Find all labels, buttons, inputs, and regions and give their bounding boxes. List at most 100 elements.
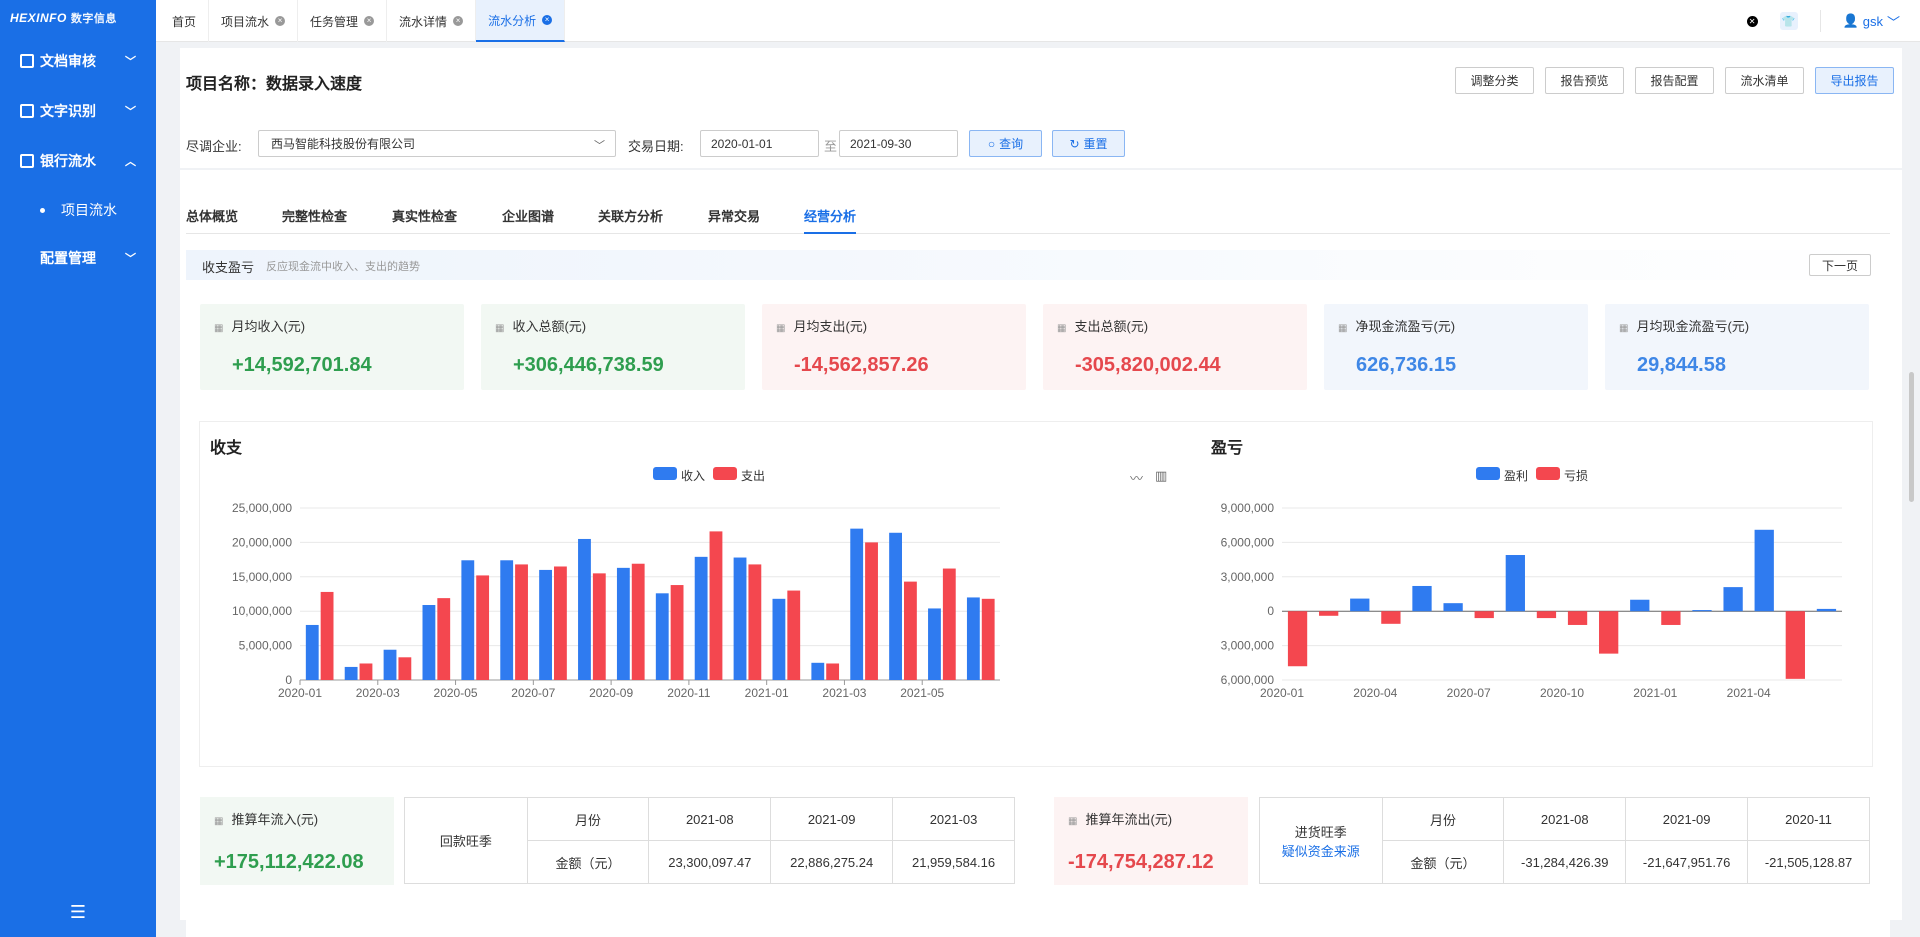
next-page-button[interactable]: 下一页 xyxy=(1809,254,1871,276)
y-tick-label: 20,000,000 xyxy=(232,535,292,549)
month-cell: 2021-08 xyxy=(648,797,772,841)
expense-bar xyxy=(670,585,684,680)
loss-bar xyxy=(1474,611,1494,619)
x-tick-label: 2020-07 xyxy=(511,686,555,700)
profit-loss-chart: 9,000,000 6,000,000 3,000,000 0 -3,000,000 -6… xyxy=(1220,501,1842,700)
income-bar xyxy=(966,597,980,680)
date-label: 交易日期: xyxy=(628,139,684,154)
close-icon[interactable]: × xyxy=(364,16,375,26)
scrollbar-thumb[interactable] xyxy=(1909,372,1914,502)
income-bar xyxy=(733,557,747,680)
loss-bar xyxy=(1661,611,1681,625)
kpi-value: +175,112,422.08 xyxy=(214,851,364,873)
sidebar-item-ocr[interactable]: 文字识别 ﹀ xyxy=(0,86,156,136)
bar-chart-icon[interactable]: ▥ xyxy=(1155,468,1167,484)
expense-bar xyxy=(709,531,723,680)
date-separator: 至 xyxy=(824,139,838,154)
kpi-value: -14,562,857.26 xyxy=(794,354,929,376)
report-config-button[interactable]: 报告配置 xyxy=(1635,67,1714,94)
close-all-icon[interactable]: ✕ xyxy=(1746,15,1758,27)
projected-outflow-card: ▦ 推算年流出(元) -174,754,287.12 xyxy=(1054,797,1248,885)
legend-swatch xyxy=(713,467,738,480)
amount-cell: 23,300,097.47 xyxy=(648,840,772,884)
report-preview-button[interactable]: 报告预览 xyxy=(1545,67,1624,94)
tab-overview[interactable]: 总体概览 xyxy=(186,206,238,234)
company-label: 尽调企业: xyxy=(186,139,242,154)
wallet-icon xyxy=(20,154,34,168)
sidebar: HEXINFO 数字信息 文档审核 ﹀ 文字识别 ﹀ 银行流水 ︿ 项目流水 配… xyxy=(0,0,156,937)
tab-operation-analysis[interactable]: 经营分析 xyxy=(804,206,857,234)
menu-collapse-icon[interactable]: ☰ xyxy=(0,887,156,937)
flow-list-button[interactable]: 流水清单 xyxy=(1725,67,1804,94)
profit-bar xyxy=(1723,587,1743,612)
sidebar-item-bank-flow[interactable]: 银行流水 ︿ xyxy=(0,136,156,186)
legend-item[interactable]: 盈利 xyxy=(1476,467,1528,484)
bullet-icon xyxy=(40,207,45,213)
grid-icon: ▦ xyxy=(495,323,505,334)
date-start-input[interactable]: 2020-01-01 xyxy=(700,130,819,157)
tab-label: 任务管理 xyxy=(310,14,359,29)
close-icon[interactable]: × xyxy=(542,15,553,25)
legend-swatch xyxy=(1536,467,1561,480)
export-report-button[interactable]: 导出报告 xyxy=(1815,67,1894,94)
sidebar-item-doc-review[interactable]: 文档审核 ﹀ xyxy=(0,36,156,86)
legend-item[interactable]: 支出 xyxy=(713,467,765,484)
legend-item[interactable]: 亏损 xyxy=(1536,467,1588,484)
tab-authenticity[interactable]: 真实性检查 xyxy=(392,206,457,234)
tab-flow-analysis[interactable]: 流水分析 × xyxy=(476,0,566,42)
sidebar-subitem-project-flow[interactable]: 项目流水 xyxy=(0,186,156,234)
income-bar xyxy=(422,605,436,680)
tab-label: 流水分析 xyxy=(488,13,537,28)
profit-bar xyxy=(1505,555,1525,612)
close-icon[interactable]: × xyxy=(275,16,286,26)
user-menu[interactable]: 👤 gsk ﹀ xyxy=(1843,12,1900,31)
income-bar xyxy=(811,662,825,680)
sidebar-item-label: 银行流水 xyxy=(40,153,96,169)
tab-home[interactable]: 首页 xyxy=(160,0,210,42)
y-tick-label: -3,000,000 xyxy=(1220,639,1274,653)
legend-item[interactable]: 收入 xyxy=(653,467,705,484)
profit-bar xyxy=(1443,603,1463,612)
tab-label: 首页 xyxy=(172,14,197,29)
profit-bar xyxy=(1692,610,1712,612)
theme-shirt-icon[interactable]: 👕 xyxy=(1779,12,1798,30)
income-bar xyxy=(772,598,786,680)
reset-button[interactable]: ↻ 重置 xyxy=(1052,130,1125,157)
chart-title-profit-loss: 盈亏 xyxy=(1211,440,1244,457)
tab-company-graph[interactable]: 企业图谱 xyxy=(502,206,554,234)
query-button[interactable]: ○ 查询 xyxy=(969,130,1042,157)
sidebar-item-config[interactable]: 配置管理 ﹀ xyxy=(0,234,156,282)
page-title: 项目名称：数据录入速度 xyxy=(186,76,363,93)
tab-task-mgmt[interactable]: 任务管理 × xyxy=(298,0,388,42)
loss-bar xyxy=(1319,611,1339,616)
legend-label: 收入 xyxy=(681,469,706,483)
tab-abnormal-trade[interactable]: 异常交易 xyxy=(708,206,760,234)
close-icon[interactable]: × xyxy=(453,16,464,26)
company-select[interactable]: 西马智能科技股份有限公司 ﹀ xyxy=(258,130,616,157)
tab-flow-detail[interactable]: 流水详情 × xyxy=(387,0,477,42)
top-right-tools: ✕ 👕 👤 gsk ﹀ xyxy=(1746,0,1900,42)
y-tick-label: 25,000,000 xyxy=(232,501,292,515)
kpi-label: 支出总额(元) xyxy=(1074,319,1149,334)
expense-bar xyxy=(359,663,373,680)
grid-icon: ▦ xyxy=(1619,323,1629,334)
month-cell: 2020-11 xyxy=(1747,797,1870,841)
kpi-label: 收入总额(元) xyxy=(512,319,587,334)
kpi-value: +306,446,738.59 xyxy=(513,354,664,376)
adjust-category-button[interactable]: 调整分类 xyxy=(1455,67,1534,94)
date-end-input[interactable]: 2021-09-30 xyxy=(839,130,958,157)
amount-cell: -31,284,426.39 xyxy=(1503,840,1627,884)
season-label: 进货旺季 xyxy=(1294,824,1347,840)
income-bar xyxy=(344,666,358,680)
y-tick-label: -6,000,000 xyxy=(1220,673,1274,687)
tab-project-flow[interactable]: 项目流水 × xyxy=(209,0,299,42)
section-title: 收支盈亏 xyxy=(202,260,255,275)
section-desc: 反应现金流中收入、支出的趋势 xyxy=(266,261,420,273)
y-tick-label: 0 xyxy=(1267,604,1274,618)
tab-related-party[interactable]: 关联方分析 xyxy=(598,206,663,234)
line-chart-icon[interactable]: 〰 xyxy=(1130,468,1143,487)
tab-integrity[interactable]: 完整性检查 xyxy=(282,206,347,234)
fund-source-link[interactable]: 疑似资金来源 xyxy=(1260,841,1382,860)
inflow-season-table: 回款旺季 月份 2021-08 2021-09 2021-03 金额（元） 23… xyxy=(404,797,1015,884)
grid-icon: ▦ xyxy=(214,323,224,334)
